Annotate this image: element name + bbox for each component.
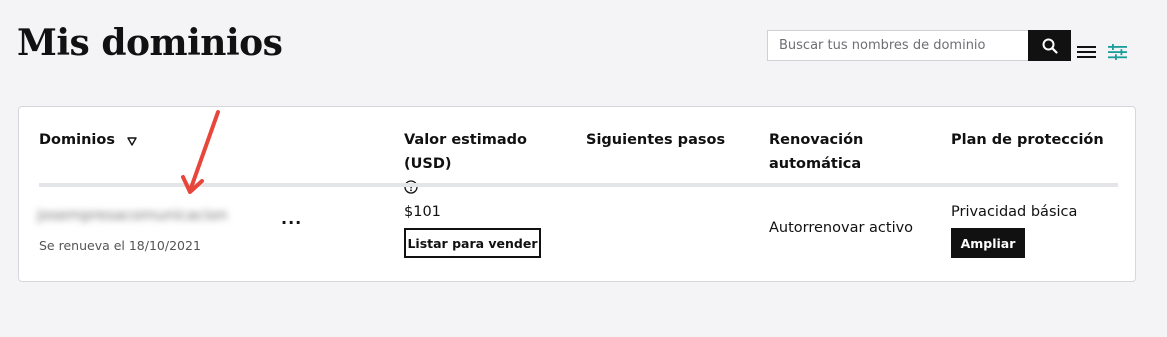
protection-plan-name: Privacidad básica	[951, 204, 1078, 220]
sort-triangle-icon[interactable]	[127, 137, 137, 146]
column-header-protection-plan: Plan de protección	[951, 132, 1104, 148]
help-circle-icon[interactable]	[404, 178, 574, 202]
page-title: Mis dominios	[17, 22, 283, 64]
column-header-value: Valor estimado (USD)	[404, 128, 574, 202]
filter-sliders-icon[interactable]	[1107, 41, 1127, 62]
search-icon	[1042, 38, 1058, 54]
domain-name-link[interactable]: josempresacomunicacion	[37, 206, 227, 224]
list-for-sale-button[interactable]: Listar para vender	[404, 228, 541, 258]
upgrade-button[interactable]: Ampliar	[951, 228, 1025, 258]
domain-truncation: ...	[281, 209, 303, 228]
search-bar	[767, 30, 1071, 61]
domains-table: Dominios Valor estimado (USD) Siguientes…	[18, 106, 1136, 282]
column-header-label: Valor estimado (USD)	[404, 132, 527, 172]
header-divider	[39, 183, 1118, 187]
estimated-value: $101	[404, 204, 441, 220]
search-button[interactable]	[1028, 30, 1071, 61]
column-header-auto-renew: Renovación automática	[769, 132, 864, 172]
column-header-label: Dominios	[39, 132, 115, 148]
column-header-domains[interactable]: Dominios	[39, 128, 137, 152]
renewal-date: Se renueva el 18/10/2021	[39, 238, 201, 253]
column-header-next-steps: Siguientes pasos	[586, 132, 726, 148]
list-view-icon[interactable]	[1076, 41, 1097, 62]
search-input[interactable]	[767, 30, 1028, 61]
auto-renew-status: Autorrenovar activo	[769, 220, 914, 236]
